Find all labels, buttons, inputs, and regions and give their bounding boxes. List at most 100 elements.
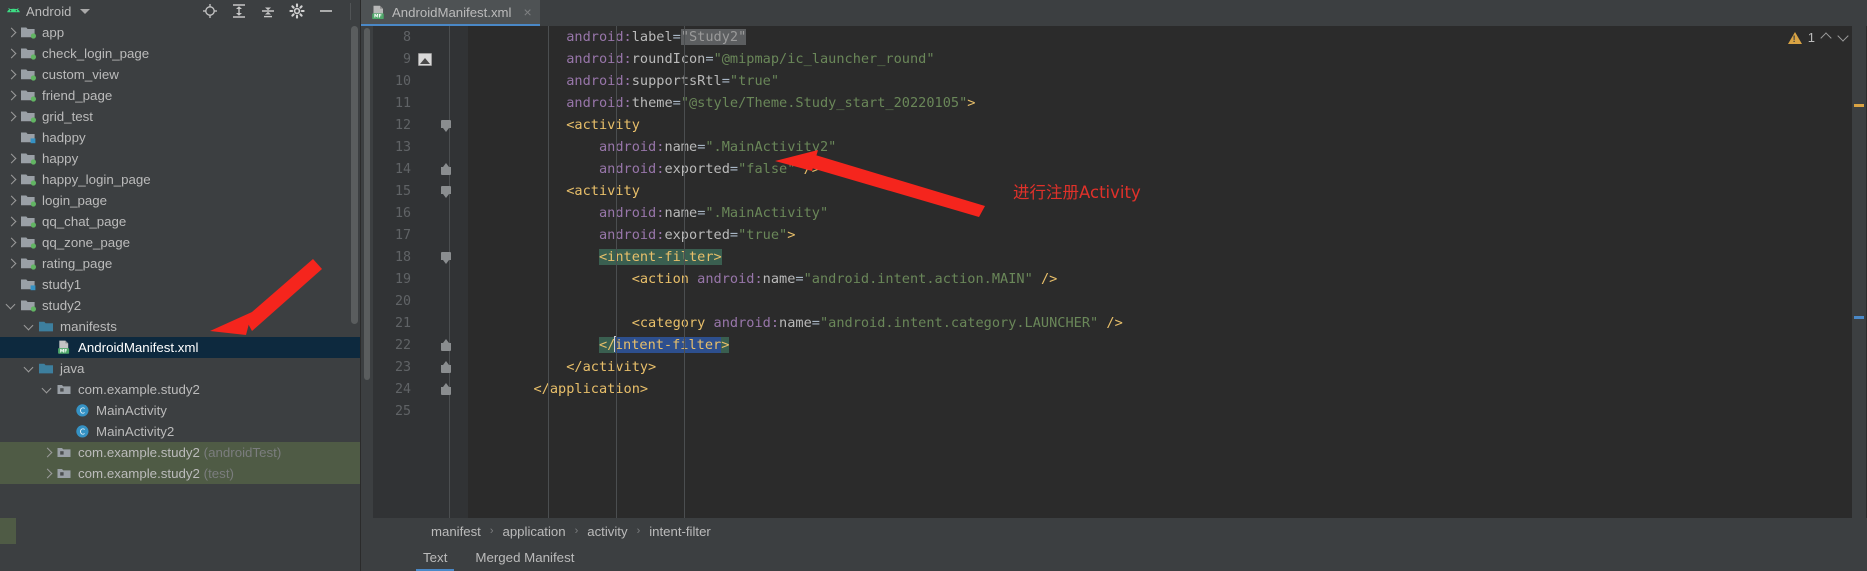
fold-open-icon[interactable]	[435, 119, 457, 131]
tree-item-qq-zone-page[interactable]: qq_zone_page	[0, 232, 361, 253]
fold-close-icon[interactable]	[435, 338, 457, 351]
breadcrumb-item-application[interactable]: application	[503, 524, 566, 539]
collapse-all-icon[interactable]	[260, 3, 276, 19]
chevron-down-icon[interactable]	[23, 320, 36, 333]
gutter-line-18[interactable]: 18	[373, 246, 468, 268]
tree-item-happy[interactable]: happy	[0, 148, 361, 169]
tree-item-login-page[interactable]: login_page	[0, 190, 361, 211]
chevron-right-icon[interactable]	[5, 68, 18, 81]
chevron-down-icon[interactable]	[79, 8, 90, 14]
gutter-line-8[interactable]: 8	[373, 26, 468, 48]
code-line-19[interactable]: <action android:name="android.intent.act…	[468, 268, 1852, 290]
chevron-right-icon[interactable]	[5, 152, 18, 165]
bottom-tab-merged-manifest[interactable]: Merged Manifest	[461, 544, 588, 571]
tree-item-androidmanifest-xml[interactable]: MF AndroidManifest.xml	[0, 337, 361, 358]
project-tree[interactable]: app check_login_page custom_view friend_pag…	[0, 22, 361, 571]
tree-item-hadppy[interactable]: hadppy	[0, 127, 361, 148]
tree-item-com-example-study2[interactable]: com.example.study2 (test)	[0, 463, 361, 484]
gutter-line-20[interactable]: 20	[373, 290, 468, 312]
fold-open-icon[interactable]	[435, 251, 457, 263]
code-editor-pane[interactable]: android:label="Study2" android:roundIcon…	[468, 26, 1852, 518]
chevron-right-icon[interactable]	[41, 446, 54, 459]
breadcrumb-item-activity[interactable]: activity	[587, 524, 627, 539]
bottom-tab-text[interactable]: Text	[409, 544, 461, 571]
hide-panel-icon[interactable]	[318, 3, 334, 19]
gutter-line-24[interactable]: 24	[373, 378, 468, 400]
previous-problem-icon[interactable]	[1821, 32, 1832, 43]
code-line-24[interactable]: </application>	[468, 378, 1852, 400]
code-line-18[interactable]: <intent-filter>	[468, 246, 1852, 268]
tree-item-manifests[interactable]: manifests	[0, 316, 361, 337]
code-line-23[interactable]: </activity>	[468, 356, 1852, 378]
tree-item-mainactivity2[interactable]: C MainActivity2	[0, 421, 361, 442]
tree-item-check-login-page[interactable]: check_login_page	[0, 43, 361, 64]
code-line-22[interactable]: </intent-filter>	[468, 334, 1852, 356]
code-line-16[interactable]: android:name=".MainActivity"	[468, 202, 1852, 224]
chevron-right-icon[interactable]	[5, 110, 18, 123]
editor-marker-strip[interactable]	[1852, 26, 1866, 518]
fold-close-icon[interactable]	[435, 162, 457, 175]
code-line-15[interactable]: <activity	[468, 180, 1852, 202]
chevron-right-icon[interactable]	[5, 257, 18, 270]
next-problem-icon[interactable]	[1838, 32, 1849, 43]
locate-target-icon[interactable]	[202, 3, 218, 19]
fold-open-icon[interactable]	[435, 185, 457, 197]
code-line-12[interactable]: <activity	[468, 114, 1852, 136]
tree-item-qq-chat-page[interactable]: qq_chat_page	[0, 211, 361, 232]
gutter-line-22[interactable]: 22	[373, 334, 468, 356]
code-line-9[interactable]: android:roundIcon="@mipmap/ic_launcher_r…	[468, 48, 1852, 70]
marker-caret[interactable]	[1854, 316, 1864, 319]
chevron-right-icon[interactable]	[5, 194, 18, 207]
tree-item-custom-view[interactable]: custom_view	[0, 64, 361, 85]
breadcrumb-item-manifest[interactable]: manifest	[431, 524, 481, 539]
chevron-down-icon[interactable]	[23, 362, 36, 375]
gutter-line-17[interactable]: 17	[373, 224, 468, 246]
gutter-line-15[interactable]: 15	[373, 180, 468, 202]
code-line-25[interactable]	[468, 400, 1852, 422]
editor-tab-androidmanifest[interactable]: MF AndroidManifest.xml ×	[361, 0, 540, 26]
tree-item-mainactivity[interactable]: C MainActivity	[0, 400, 361, 421]
gutter-line-9[interactable]: 9	[373, 48, 468, 70]
tree-item-grid-test[interactable]: grid_test	[0, 106, 361, 127]
marker-warning[interactable]	[1854, 104, 1864, 107]
tree-item-java[interactable]: java	[0, 358, 361, 379]
code-line-13[interactable]: android:name=".MainActivity2"	[468, 136, 1852, 158]
chevron-right-icon[interactable]	[5, 89, 18, 102]
gutter-line-11[interactable]: 11	[373, 92, 468, 114]
image-preview-icon[interactable]	[415, 52, 435, 66]
tree-item-study2[interactable]: study2	[0, 295, 361, 316]
gutter-line-21[interactable]: 21	[373, 312, 468, 334]
expand-all-icon[interactable]	[231, 3, 247, 19]
gutter-line-19[interactable]: 19	[373, 268, 468, 290]
gutter-line-14[interactable]: 14	[373, 158, 468, 180]
chevron-right-icon[interactable]	[5, 47, 18, 60]
chevron-right-icon[interactable]	[5, 236, 18, 249]
gutter-line-13[interactable]: 13	[373, 136, 468, 158]
code-line-20[interactable]	[468, 290, 1852, 312]
code-line-14[interactable]: android:exported="false" />	[468, 158, 1852, 180]
tree-item-app[interactable]: app	[0, 22, 361, 43]
code-line-8[interactable]: android:label="Study2"	[468, 26, 1852, 48]
chevron-down-icon[interactable]	[41, 383, 54, 396]
chevron-right-icon[interactable]	[5, 26, 18, 39]
chevron-right-icon[interactable]	[5, 215, 18, 228]
code-line-21[interactable]: <category android:name="android.intent.c…	[468, 312, 1852, 334]
code-line-10[interactable]: android:supportsRtl="true"	[468, 70, 1852, 92]
editor-gutter[interactable]: 8 9 10 11 12 13 14 15 16 17 18 19 20 21 22 23 24 25	[373, 26, 468, 518]
project-view-selector[interactable]: Android	[6, 4, 90, 19]
tree-item-happy-login-page[interactable]: happy_login_page	[0, 169, 361, 190]
inspection-widget[interactable]: 1	[1787, 30, 1849, 45]
gutter-line-12[interactable]: 12	[373, 114, 468, 136]
gutter-line-25[interactable]: 25	[373, 400, 468, 422]
settings-gear-icon[interactable]	[289, 3, 305, 19]
gutter-line-10[interactable]: 10	[373, 70, 468, 92]
tree-item-study1[interactable]: study1	[0, 274, 361, 295]
code-line-17[interactable]: android:exported="true">	[468, 224, 1852, 246]
breadcrumb-item-intent-filter[interactable]: intent-filter	[649, 524, 711, 539]
chevron-right-icon[interactable]	[5, 173, 18, 186]
chevron-down-icon[interactable]	[5, 299, 18, 312]
fold-close-icon[interactable]	[435, 382, 457, 395]
close-icon[interactable]: ×	[523, 5, 531, 19]
editor-vertical-scrollbar[interactable]	[364, 28, 370, 380]
tree-item-com-example-study2[interactable]: com.example.study2 (androidTest)	[0, 442, 361, 463]
